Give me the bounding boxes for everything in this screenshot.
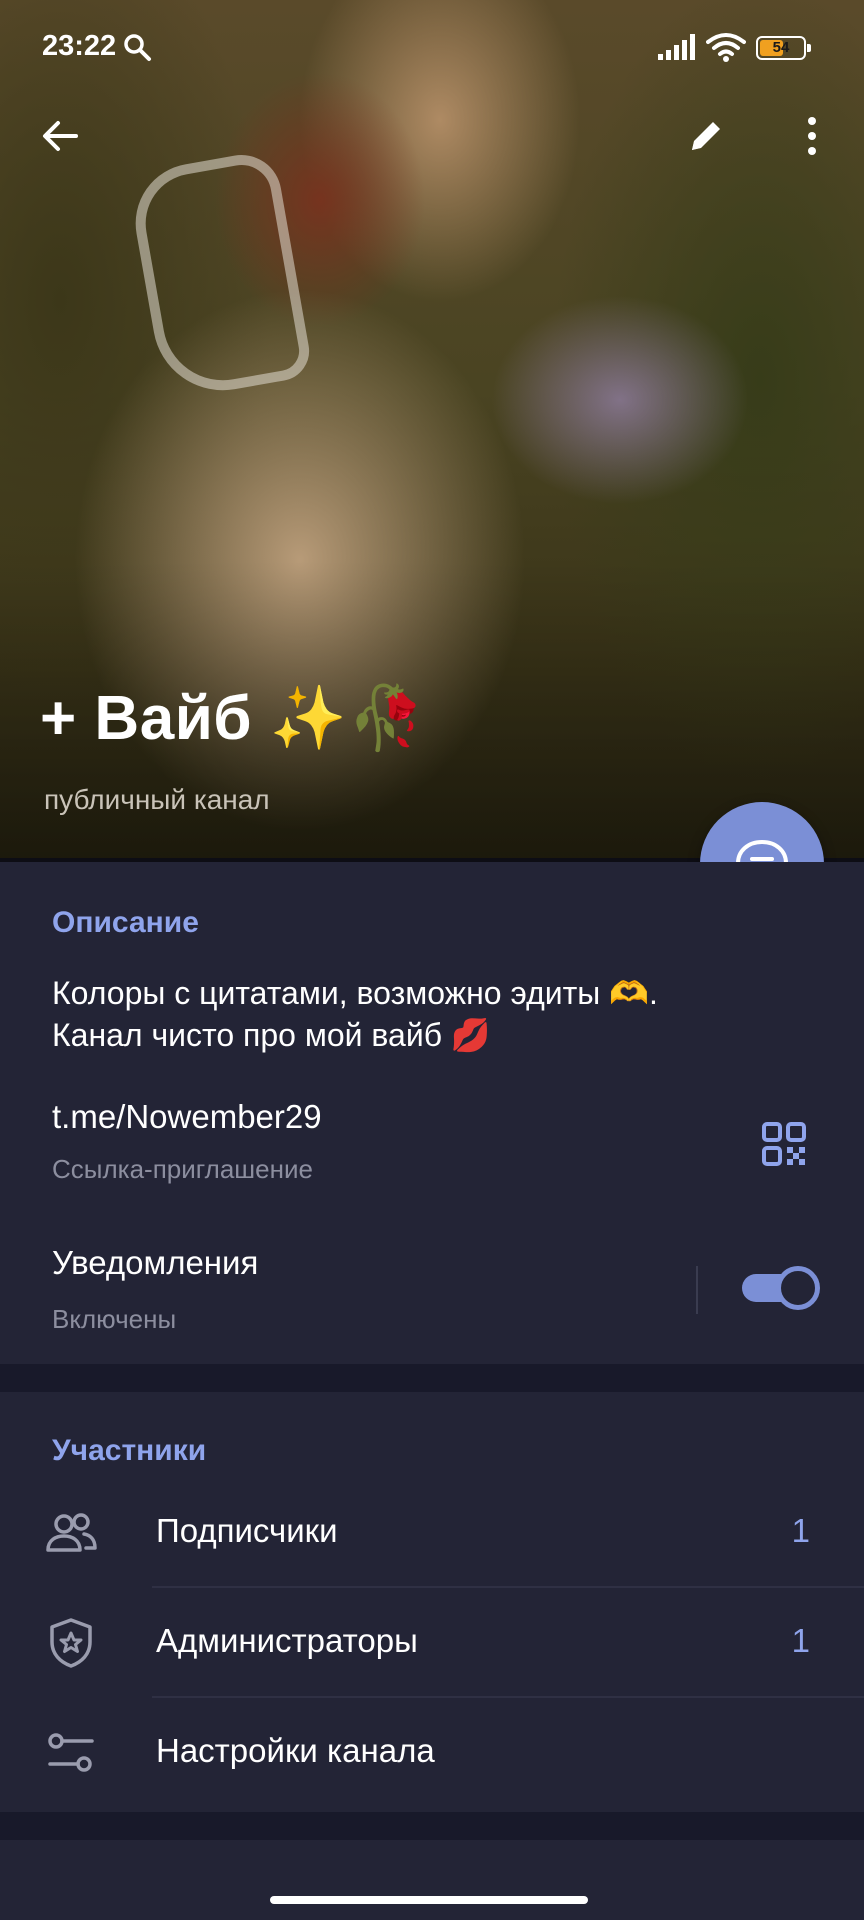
subscribers-count: 1 [791, 1512, 810, 1549]
qr-code-icon[interactable] [762, 1122, 806, 1166]
cover-photo-ribbon-shape [126, 148, 314, 402]
section-gap [0, 1812, 864, 1840]
description-line: Канал чисто про мой вайб 💋 [52, 1017, 491, 1053]
more-vertical-icon [808, 117, 816, 155]
battery-nub [807, 44, 811, 52]
channel-type-label: публичный канал [44, 784, 270, 815]
section-gap [0, 1364, 864, 1392]
subscribers-label: Подписчики [156, 1512, 338, 1549]
notifications-label[interactable]: Уведомления [52, 1244, 258, 1282]
search-icon [124, 34, 151, 61]
notifications-toggle[interactable] [742, 1266, 820, 1310]
toggle-knob [776, 1266, 820, 1310]
edit-pencil-icon [692, 122, 720, 150]
notifications-status: Включены [52, 1304, 177, 1334]
channel-settings-row[interactable]: Настройки канала [0, 1698, 864, 1808]
edit-button[interactable] [678, 108, 734, 164]
back-arrow-icon [43, 121, 78, 151]
link-caption: Ссылка-приглашение [52, 1154, 313, 1184]
status-time: 23:22 [42, 30, 117, 62]
description-line: Колоры с цитатами, возможно эдиты 🫶. [52, 975, 658, 1011]
channel-title: + Вайб ✨🥀 [40, 684, 426, 753]
shield-star-icon [50, 1618, 92, 1668]
administrators-label: Администраторы [156, 1622, 418, 1659]
more-menu-button[interactable] [784, 108, 840, 164]
sliders-icon [48, 1733, 94, 1772]
channel-info-section: Описание Колоры с цитатами, возможно эди… [0, 862, 864, 1364]
description-header: Описание [52, 906, 199, 939]
administrators-count: 1 [791, 1622, 810, 1659]
next-section-partial [0, 1840, 864, 1920]
channel-description: Колоры с цитатами, возможно эдиты 🫶. Кан… [52, 972, 812, 1056]
administrators-row[interactable]: Администраторы 1 [0, 1588, 864, 1698]
back-button[interactable] [32, 108, 88, 164]
people-icon [46, 1513, 97, 1552]
channel-link[interactable]: t.me/Nowember29 [52, 1098, 322, 1136]
subscribers-row[interactable]: Подписчики 1 [0, 1478, 864, 1588]
battery-percent: 54 [772, 39, 790, 56]
channel-settings-label: Настройки канала [156, 1732, 435, 1769]
members-header: Участники [52, 1434, 207, 1467]
members-section: Участники Подписчики 1 Администраторы 1 … [0, 1392, 864, 1812]
wifi-icon [706, 33, 746, 62]
signal-icon [658, 34, 695, 60]
battery-icon: 54 [756, 36, 811, 60]
home-indicator[interactable] [270, 1896, 588, 1904]
notifications-divider [696, 1266, 698, 1314]
